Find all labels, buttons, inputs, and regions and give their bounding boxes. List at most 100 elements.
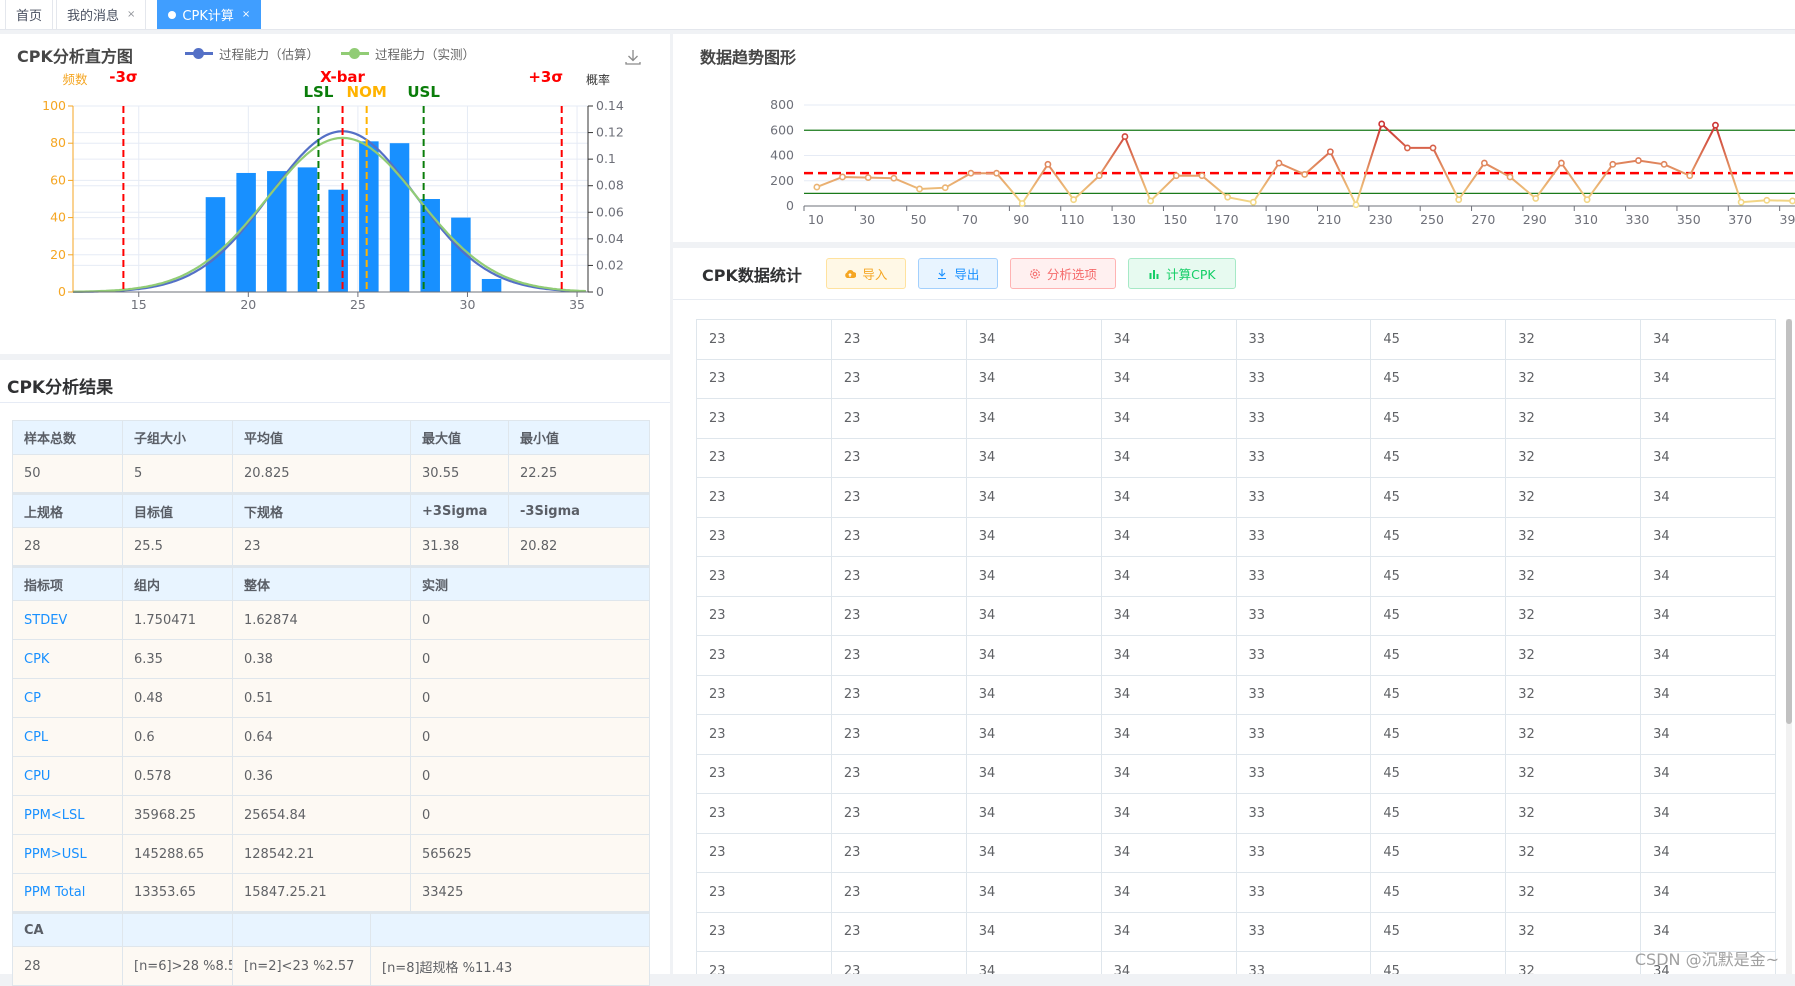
data-cell[interactable]: 34 (1100, 358, 1237, 399)
scrollbar-thumb[interactable] (1786, 319, 1792, 724)
data-cell[interactable]: 45 (1370, 437, 1507, 478)
data-cell[interactable]: 45 (1370, 635, 1507, 676)
index-link[interactable]: CPU (12, 756, 123, 796)
data-cell[interactable]: 34 (965, 832, 1102, 873)
data-cell[interactable]: 23 (830, 911, 967, 952)
data-cell[interactable]: 33 (1235, 358, 1372, 399)
data-cell[interactable]: 23 (696, 753, 832, 794)
data-cell[interactable]: 34 (1100, 398, 1237, 439)
data-cell[interactable]: 34 (1640, 437, 1776, 478)
data-cell[interactable]: 34 (1100, 753, 1237, 794)
index-link[interactable]: PPM<LSL (12, 795, 123, 835)
data-cell[interactable]: 33 (1235, 872, 1372, 913)
data-cell[interactable]: 34 (1640, 516, 1776, 557)
data-cell[interactable]: 23 (830, 674, 967, 715)
data-cell[interactable]: 34 (965, 437, 1102, 478)
data-cell[interactable]: 23 (830, 714, 967, 755)
data-cell[interactable]: 34 (1640, 319, 1776, 360)
data-cell[interactable]: 23 (830, 951, 967, 974)
data-cell[interactable]: 23 (830, 753, 967, 794)
data-cell[interactable]: 33 (1235, 319, 1372, 360)
data-cell[interactable]: 23 (696, 911, 832, 952)
data-cell[interactable]: 23 (830, 358, 967, 399)
data-cell[interactable]: 34 (965, 793, 1102, 834)
data-cell[interactable]: 32 (1505, 753, 1642, 794)
data-cell[interactable]: 32 (1505, 635, 1642, 676)
data-cell[interactable]: 45 (1370, 753, 1507, 794)
data-cell[interactable]: 23 (830, 595, 967, 636)
data-cell[interactable]: 34 (1640, 674, 1776, 715)
data-cell[interactable]: 34 (1640, 832, 1776, 873)
data-cell[interactable]: 45 (1370, 951, 1507, 974)
data-cell[interactable]: 23 (830, 516, 967, 557)
close-icon[interactable]: × (127, 9, 135, 20)
data-cell[interactable]: 34 (965, 595, 1102, 636)
data-cell[interactable]: 23 (696, 674, 832, 715)
data-cell[interactable]: 33 (1235, 951, 1372, 974)
data-cell[interactable]: 23 (830, 477, 967, 518)
data-cell[interactable]: 34 (1640, 595, 1776, 636)
data-cell[interactable]: 34 (1640, 358, 1776, 399)
data-cell[interactable]: 32 (1505, 556, 1642, 597)
data-cell[interactable]: 23 (696, 793, 832, 834)
data-cell[interactable]: 34 (965, 477, 1102, 518)
data-cell[interactable]: 34 (965, 674, 1102, 715)
data-cell[interactable]: 32 (1505, 437, 1642, 478)
data-cell[interactable]: 32 (1505, 319, 1642, 360)
index-link[interactable]: STDEV (12, 600, 123, 640)
index-link[interactable]: CPL (12, 717, 123, 757)
data-cell[interactable]: 23 (696, 951, 832, 974)
data-cell[interactable]: 23 (696, 516, 832, 557)
data-cell[interactable]: 34 (1100, 635, 1237, 676)
data-cell[interactable]: 23 (696, 872, 832, 913)
data-cell[interactable]: 45 (1370, 358, 1507, 399)
data-cell[interactable]: 33 (1235, 793, 1372, 834)
data-cell[interactable]: 34 (1100, 556, 1237, 597)
data-cell[interactable]: 34 (1100, 319, 1237, 360)
data-cell[interactable]: 32 (1505, 674, 1642, 715)
data-cell[interactable]: 23 (830, 832, 967, 873)
data-cell[interactable]: 34 (1640, 872, 1776, 913)
data-cell[interactable]: 33 (1235, 516, 1372, 557)
data-cell[interactable]: 33 (1235, 635, 1372, 676)
data-cell[interactable]: 23 (696, 714, 832, 755)
data-cell[interactable]: 23 (696, 358, 832, 399)
analysis-options-button[interactable]: 分析选项 (1009, 258, 1116, 289)
data-cell[interactable]: 34 (1640, 714, 1776, 755)
data-cell[interactable]: 33 (1235, 477, 1372, 518)
data-cell[interactable]: 34 (1100, 516, 1237, 557)
data-cell[interactable]: 34 (1640, 793, 1776, 834)
data-cell[interactable]: 34 (1640, 753, 1776, 794)
import-button[interactable]: 导入 (825, 258, 906, 289)
data-cell[interactable]: 32 (1505, 358, 1642, 399)
data-cell[interactable]: 33 (1235, 911, 1372, 952)
data-cell[interactable]: 32 (1505, 951, 1642, 974)
data-cell[interactable]: 34 (1100, 595, 1237, 636)
data-cell[interactable]: 34 (1100, 793, 1237, 834)
data-cell[interactable]: 33 (1235, 714, 1372, 755)
data-cell[interactable]: 34 (965, 635, 1102, 676)
data-cell[interactable]: 32 (1505, 398, 1642, 439)
tab-messages[interactable]: 我的消息 × (56, 0, 147, 29)
data-cell[interactable]: 45 (1370, 714, 1507, 755)
data-cell[interactable]: 34 (965, 911, 1102, 952)
data-cell[interactable]: 33 (1235, 753, 1372, 794)
export-button[interactable]: 导出 (917, 258, 998, 289)
data-cell[interactable]: 23 (830, 556, 967, 597)
calculate-cpk-button[interactable]: 计算CPK (1127, 258, 1236, 289)
data-cell[interactable]: 45 (1370, 319, 1507, 360)
data-cell[interactable]: 34 (1100, 911, 1237, 952)
data-cell[interactable]: 45 (1370, 674, 1507, 715)
index-link[interactable]: PPM>USL (12, 834, 123, 874)
index-link[interactable]: PPM Total (12, 873, 123, 913)
data-cell[interactable]: 45 (1370, 595, 1507, 636)
data-cell[interactable]: 23 (830, 319, 967, 360)
data-cell[interactable]: 45 (1370, 516, 1507, 557)
close-icon[interactable]: × (242, 9, 250, 20)
index-link[interactable]: CP (12, 678, 123, 718)
data-cell[interactable]: 34 (965, 714, 1102, 755)
data-cell[interactable]: 45 (1370, 398, 1507, 439)
data-cell[interactable]: 23 (696, 595, 832, 636)
data-cell[interactable]: 34 (1100, 674, 1237, 715)
data-cell[interactable]: 34 (1100, 437, 1237, 478)
